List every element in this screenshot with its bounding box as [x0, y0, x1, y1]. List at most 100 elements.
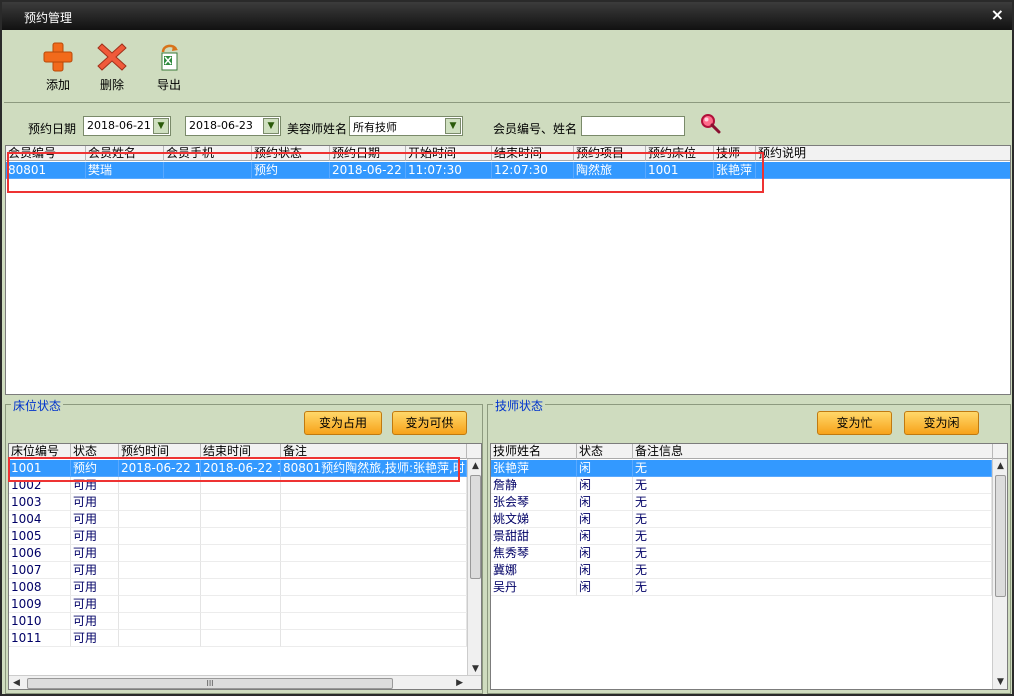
col-member-name[interactable]: 会员姓名 [86, 146, 164, 161]
cell-tech-status: 闲 [577, 528, 633, 545]
cell-start-time: 11:07:30 [406, 162, 492, 179]
cell-bed-end-time [201, 613, 281, 630]
add-label: 添加 [45, 78, 70, 92]
table-row[interactable]: 张会琴闲无 [491, 494, 992, 511]
table-row[interactable]: 詹静闲无 [491, 477, 992, 494]
col-technician[interactable]: 技师 [714, 146, 756, 161]
cell-tech-notes: 无 [633, 460, 992, 477]
cell-bed-appt-time [119, 562, 201, 579]
col-member-phone[interactable]: 会员手机 [164, 146, 252, 161]
close-icon[interactable]: × [991, 5, 1004, 24]
mark-busy-button[interactable]: 变为忙 [817, 411, 892, 435]
chevron-down-icon[interactable]: ▼ [153, 118, 169, 134]
cell-tech-notes: 无 [633, 494, 992, 511]
col-bed-end-time[interactable]: 结束时间 [201, 444, 281, 459]
tech-vscroll-thumb[interactable] [995, 475, 1006, 597]
bed-table[interactable]: 床位编号 状态 预约时间 结束时间 备注 1001 预约 2018-06-22 11… [8, 443, 482, 690]
beautician-select[interactable]: 所有技师 ▼ [349, 116, 463, 136]
cell-tech-name: 焦秀琴 [491, 545, 577, 562]
export-button[interactable]: 导出 [147, 41, 191, 93]
scroll-left-icon[interactable]: ◀ [13, 678, 20, 688]
scroll-up-icon[interactable]: ▲ [472, 461, 479, 471]
mark-occupied-button[interactable]: 变为占用 [304, 411, 382, 435]
table-row[interactable]: 1007 可用 [9, 562, 467, 579]
col-member-id[interactable]: 会员编号 [6, 146, 86, 161]
table-row[interactable]: 1006 可用 [9, 545, 467, 562]
cell-bed-end-time [201, 579, 281, 596]
export-label: 导出 [156, 78, 181, 92]
bed-vscrollbar[interactable]: ▲ ▼ [467, 459, 481, 676]
tech-vscrollbar[interactable]: ▲ ▼ [992, 459, 1007, 689]
table-row[interactable]: 80801 樊瑞 预约 2018-06-22 11:07:30 12:07:30… [6, 162, 1010, 179]
table-row[interactable]: 焦秀琴闲无 [491, 545, 992, 562]
col-bed-id[interactable]: 床位编号 [9, 444, 71, 459]
bed-hscrollbar[interactable]: ◀ III ▶ [9, 675, 481, 689]
cell-bed-status: 可用 [71, 630, 119, 647]
mark-available-button[interactable]: 变为可供 [392, 411, 467, 435]
cell-bed-end-time [201, 511, 281, 528]
cell-bed-appt-time [119, 613, 201, 630]
table-row[interactable]: 1001预约2018-06-22 112018-06-22 1280801预约陶… [9, 460, 467, 477]
table-row[interactable]: 1004 可用 [9, 511, 467, 528]
cell-bed-end-time [201, 528, 281, 545]
col-status[interactable]: 预约状态 [252, 146, 330, 161]
table-row[interactable]: 1003 可用 [9, 494, 467, 511]
date-to-picker[interactable]: 2018-06-23 ▼ [185, 116, 281, 136]
col-tech-status[interactable]: 状态 [577, 444, 633, 459]
bed-hscroll-thumb[interactable]: III [27, 678, 393, 689]
cell-tech-status: 闲 [577, 545, 633, 562]
table-row[interactable]: 景甜甜闲无 [491, 528, 992, 545]
title-bar: 预约管理 × [2, 2, 1012, 30]
col-notes[interactable]: 预约说明 [756, 146, 1010, 161]
col-bed-notes[interactable]: 备注 [281, 444, 467, 459]
table-row[interactable]: 1008 可用 [9, 579, 467, 596]
member-search-input[interactable] [581, 116, 685, 136]
scroll-up-icon[interactable]: ▲ [997, 461, 1004, 471]
cell-bed-id: 1010 [9, 613, 71, 630]
search-icon[interactable] [700, 113, 722, 135]
add-button[interactable]: 添加 [36, 41, 80, 93]
scroll-down-icon[interactable]: ▼ [997, 677, 1004, 687]
col-bed-appt-time[interactable]: 预约时间 [119, 444, 201, 459]
scroll-down-icon[interactable]: ▼ [472, 664, 479, 674]
table-row[interactable]: 1009 可用 [9, 596, 467, 613]
filter-bar: 预约日期 2018-06-21 ▼ 2018-06-23 ▼ 美容师姓名 所有技… [4, 105, 1010, 145]
date-from-value: 2018-06-21 [87, 119, 151, 132]
col-project[interactable]: 预约项目 [574, 146, 646, 161]
date-from-picker[interactable]: 2018-06-21 ▼ [83, 116, 171, 136]
table-row[interactable]: 张艳萍闲无 [491, 460, 992, 477]
col-bed[interactable]: 预约床位 [646, 146, 714, 161]
table-row[interactable]: 1002 可用 [9, 477, 467, 494]
col-tech-name[interactable]: 技师姓名 [491, 444, 577, 459]
table-row[interactable]: 1011 可用 [9, 630, 467, 647]
table-row[interactable]: 1010 可用 [9, 613, 467, 630]
table-row[interactable]: 姚文娣闲无 [491, 511, 992, 528]
appointments-table[interactable]: 会员编号 会员姓名 会员手机 预约状态 预约日期 开始时间 结束时间 预约项目 … [5, 145, 1011, 395]
beautician-label: 美容师姓名 [287, 122, 348, 136]
cell-bed-end-time [201, 562, 281, 579]
cell-bed-id: 1004 [9, 511, 71, 528]
bed-vscroll-thumb[interactable] [470, 475, 481, 579]
toolbar: 添加 删除 导出 [4, 31, 1010, 103]
cell-tech-notes: 无 [633, 528, 992, 545]
cell-technician: 张艳萍 [714, 162, 756, 179]
cell-tech-notes: 无 [633, 562, 992, 579]
table-row[interactable]: 吴丹闲无 [491, 579, 992, 596]
cell-bed-id: 1006 [9, 545, 71, 562]
table-row[interactable]: 1005 可用 [9, 528, 467, 545]
cell-project: 陶然旅 [574, 162, 646, 179]
technician-table[interactable]: 技师姓名 状态 备注信息 张艳萍闲无詹静闲无张会琴闲无姚文娣闲无景甜甜闲无焦秀琴… [490, 443, 1008, 690]
table-row[interactable]: 冀娜闲无 [491, 562, 992, 579]
chevron-down-icon[interactable]: ▼ [263, 118, 279, 134]
chevron-down-icon[interactable]: ▼ [445, 118, 461, 134]
col-start-time[interactable]: 开始时间 [406, 146, 492, 161]
col-bed-status[interactable]: 状态 [71, 444, 119, 459]
scroll-right-icon[interactable]: ▶ [456, 678, 463, 688]
col-date[interactable]: 预约日期 [330, 146, 406, 161]
delete-button[interactable]: 删除 [90, 41, 134, 93]
col-tech-notes[interactable]: 备注信息 [633, 444, 993, 459]
cell-tech-notes: 无 [633, 545, 992, 562]
mark-idle-button[interactable]: 变为闲 [904, 411, 979, 435]
col-end-time[interactable]: 结束时间 [492, 146, 574, 161]
tech-panel-title: 技师状态 [493, 397, 546, 414]
